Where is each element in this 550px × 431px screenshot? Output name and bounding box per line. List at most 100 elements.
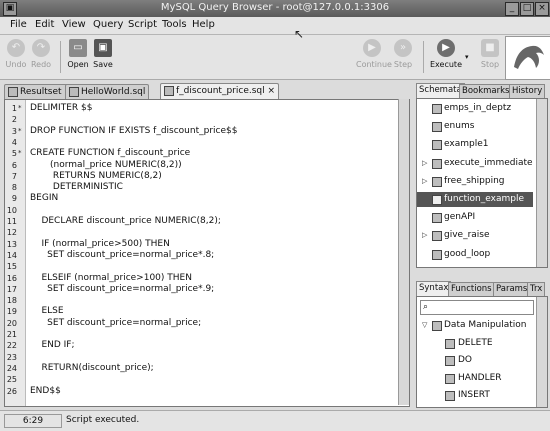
- code-line[interactable]: 23: [5, 352, 409, 363]
- syntax-tree-item[interactable]: ▽ Data Manipulation: [417, 318, 533, 333]
- execute-dropdown-icon[interactable]: ▾: [465, 53, 469, 61]
- code-line[interactable]: 15: [5, 261, 409, 272]
- syntax-search-input[interactable]: ⌕: [420, 300, 534, 315]
- menu-file[interactable]: File: [10, 19, 27, 30]
- routine-icon: [432, 213, 442, 224]
- line-number: 13: [6, 239, 17, 249]
- minimize-icon[interactable]: _: [505, 2, 519, 16]
- code-line[interactable]: 19 ELSE: [5, 306, 409, 317]
- tab-functions[interactable]: Functions: [448, 282, 495, 296]
- menu-edit[interactable]: Edit: [35, 19, 54, 30]
- tab-f-discount-price-sql[interactable]: f_discount_price.sql ×: [160, 83, 280, 100]
- code-line[interactable]: 25: [5, 374, 409, 385]
- tab-helloworld-sql[interactable]: HelloWorld.sql: [65, 84, 150, 99]
- code-text: BEGIN: [30, 193, 59, 204]
- stop-button[interactable]: ■ Stop: [474, 39, 506, 69]
- code-text: ELSEIF (normal_price>100) THEN: [30, 272, 192, 283]
- routine-icon: [432, 195, 442, 205]
- tab-bookmarks[interactable]: Bookmarks: [459, 84, 513, 98]
- schema-tree-item[interactable]: emps_in_deptz: [417, 101, 533, 116]
- schema-tree-item[interactable]: ▷ execute_immediate: [417, 156, 533, 171]
- code-line[interactable]: 10: [5, 205, 409, 216]
- syntax-tree-item[interactable]: DO: [417, 353, 533, 368]
- code-line[interactable]: 5 * CREATE FUNCTION f_discount_price: [5, 148, 409, 159]
- schema-item-label: function_example: [444, 194, 525, 204]
- folder-icon: ▭: [69, 39, 87, 57]
- code-line[interactable]: 20 SET discount_price=normal_price;: [5, 318, 409, 329]
- menu-query[interactable]: Query: [93, 19, 123, 30]
- code-text: END$$: [30, 385, 61, 396]
- schema-tree-item[interactable]: good_loop: [417, 247, 533, 262]
- schema-tree-item[interactable]: ▷ give_raise: [417, 228, 533, 243]
- code-line[interactable]: 7 RETURNS NUMERIC(8,2): [5, 171, 409, 182]
- code-line[interactable]: 3 * DROP FUNCTION IF EXISTS f_discount_pri…: [5, 126, 409, 137]
- schema-tree-item[interactable]: example1: [417, 137, 533, 152]
- code-text: DROP FUNCTION IF EXISTS f_discount_price…: [30, 125, 238, 136]
- code-line[interactable]: 13 IF (normal_price>500) THEN: [5, 239, 409, 250]
- schema-tree-item[interactable]: function_example: [417, 192, 533, 207]
- schemata-panel: Schemata Bookmarks History emps_in_deptz…: [416, 83, 548, 268]
- code-line[interactable]: 14 SET discount_price=normal_price*.8;: [5, 250, 409, 261]
- step-button[interactable]: » Step: [387, 39, 419, 69]
- sql-editor[interactable]: 1 * DELIMITER $$ 2 3 * DROP FUNCTION IF EXISTS…: [4, 99, 410, 407]
- save-button[interactable]: ▣ Save: [87, 39, 119, 69]
- editor-scrollbar[interactable]: [398, 99, 409, 405]
- schema-item-label: execute_immediate: [444, 157, 533, 168]
- code-line[interactable]: 11 DECLARE discount_price NUMERIC(8,2);: [5, 216, 409, 227]
- cursor-position: 6:29: [4, 414, 62, 428]
- code-line[interactable]: 8 DETERMINISTIC: [5, 182, 409, 193]
- expander-icon[interactable]: ▷: [422, 174, 427, 189]
- syntax-tree-item[interactable]: INSERT: [417, 388, 533, 403]
- code-line[interactable]: 9 BEGIN: [5, 193, 409, 204]
- tab-resultset-1[interactable]: Resultset 1: [4, 84, 75, 99]
- tab-params[interactable]: Params: [493, 282, 531, 296]
- expander-icon[interactable]: ▷: [422, 228, 427, 243]
- line-number: 3: [11, 126, 17, 136]
- schema-scrollbar[interactable]: [536, 99, 547, 267]
- code-line[interactable]: 21: [5, 329, 409, 340]
- tab-trx[interactable]: Trx: [527, 282, 546, 296]
- routine-icon: [432, 104, 442, 114]
- code-line[interactable]: 22 END IF;: [5, 340, 409, 351]
- code-line[interactable]: 26 END$$: [5, 386, 409, 397]
- code-line[interactable]: 4: [5, 137, 409, 148]
- syntax-scrollbar[interactable]: [536, 297, 547, 407]
- schema-tree-item[interactable]: ▷ free_shipping: [417, 174, 533, 189]
- syntax-tree-item[interactable]: DELETE: [417, 336, 533, 351]
- line-number: 12: [6, 228, 17, 238]
- tab-history[interactable]: History: [509, 84, 546, 98]
- menu-script[interactable]: Script: [128, 19, 157, 30]
- tab-syntax[interactable]: Syntax: [416, 281, 452, 296]
- execute-button[interactable]: ▶ Execute: [428, 39, 464, 69]
- syntax-tree-item[interactable]: HANDLER: [417, 371, 533, 386]
- close-tab-icon[interactable]: ×: [268, 86, 276, 96]
- schema-tree-item[interactable]: genAPI: [417, 210, 533, 225]
- maximize-icon[interactable]: □: [520, 2, 534, 16]
- menu-view[interactable]: View: [62, 19, 86, 30]
- menu-help[interactable]: Help: [192, 19, 215, 30]
- line-number: 19: [6, 307, 17, 317]
- code-line[interactable]: 16 ELSEIF (normal_price>100) THEN: [5, 273, 409, 284]
- close-icon[interactable]: ×: [535, 2, 549, 16]
- line-number: 18: [6, 296, 17, 306]
- code-line[interactable]: 1 * DELIMITER $$: [5, 103, 409, 114]
- tab-schemata[interactable]: Schemata: [416, 83, 465, 98]
- code-line[interactable]: 2: [5, 114, 409, 125]
- redo-button[interactable]: ↷ Redo: [25, 39, 57, 69]
- code-line[interactable]: 12: [5, 227, 409, 238]
- schema-tree-item[interactable]: enums: [417, 119, 533, 134]
- code-line[interactable]: 6 (normal_price NUMERIC(8,2)): [5, 160, 409, 171]
- menu-tools[interactable]: Tools: [162, 19, 187, 30]
- code-text: RETURN(discount_price);: [30, 362, 154, 373]
- expander-icon[interactable]: ▷: [422, 156, 427, 171]
- continue-button[interactable]: ▶ Continue: [356, 39, 392, 69]
- expander-icon[interactable]: ▽: [422, 318, 427, 333]
- line-number: 23: [6, 352, 17, 362]
- code-line[interactable]: 18: [5, 295, 409, 306]
- line-number: 8: [11, 183, 17, 193]
- code-line[interactable]: 17 SET discount_price=normal_price*.9;: [5, 284, 409, 295]
- code-text: SET discount_price=normal_price;: [30, 317, 202, 328]
- line-number: 20: [6, 318, 17, 328]
- code-text: SET discount_price=normal_price*.9;: [30, 283, 215, 294]
- code-line[interactable]: 24 RETURN(discount_price);: [5, 363, 409, 374]
